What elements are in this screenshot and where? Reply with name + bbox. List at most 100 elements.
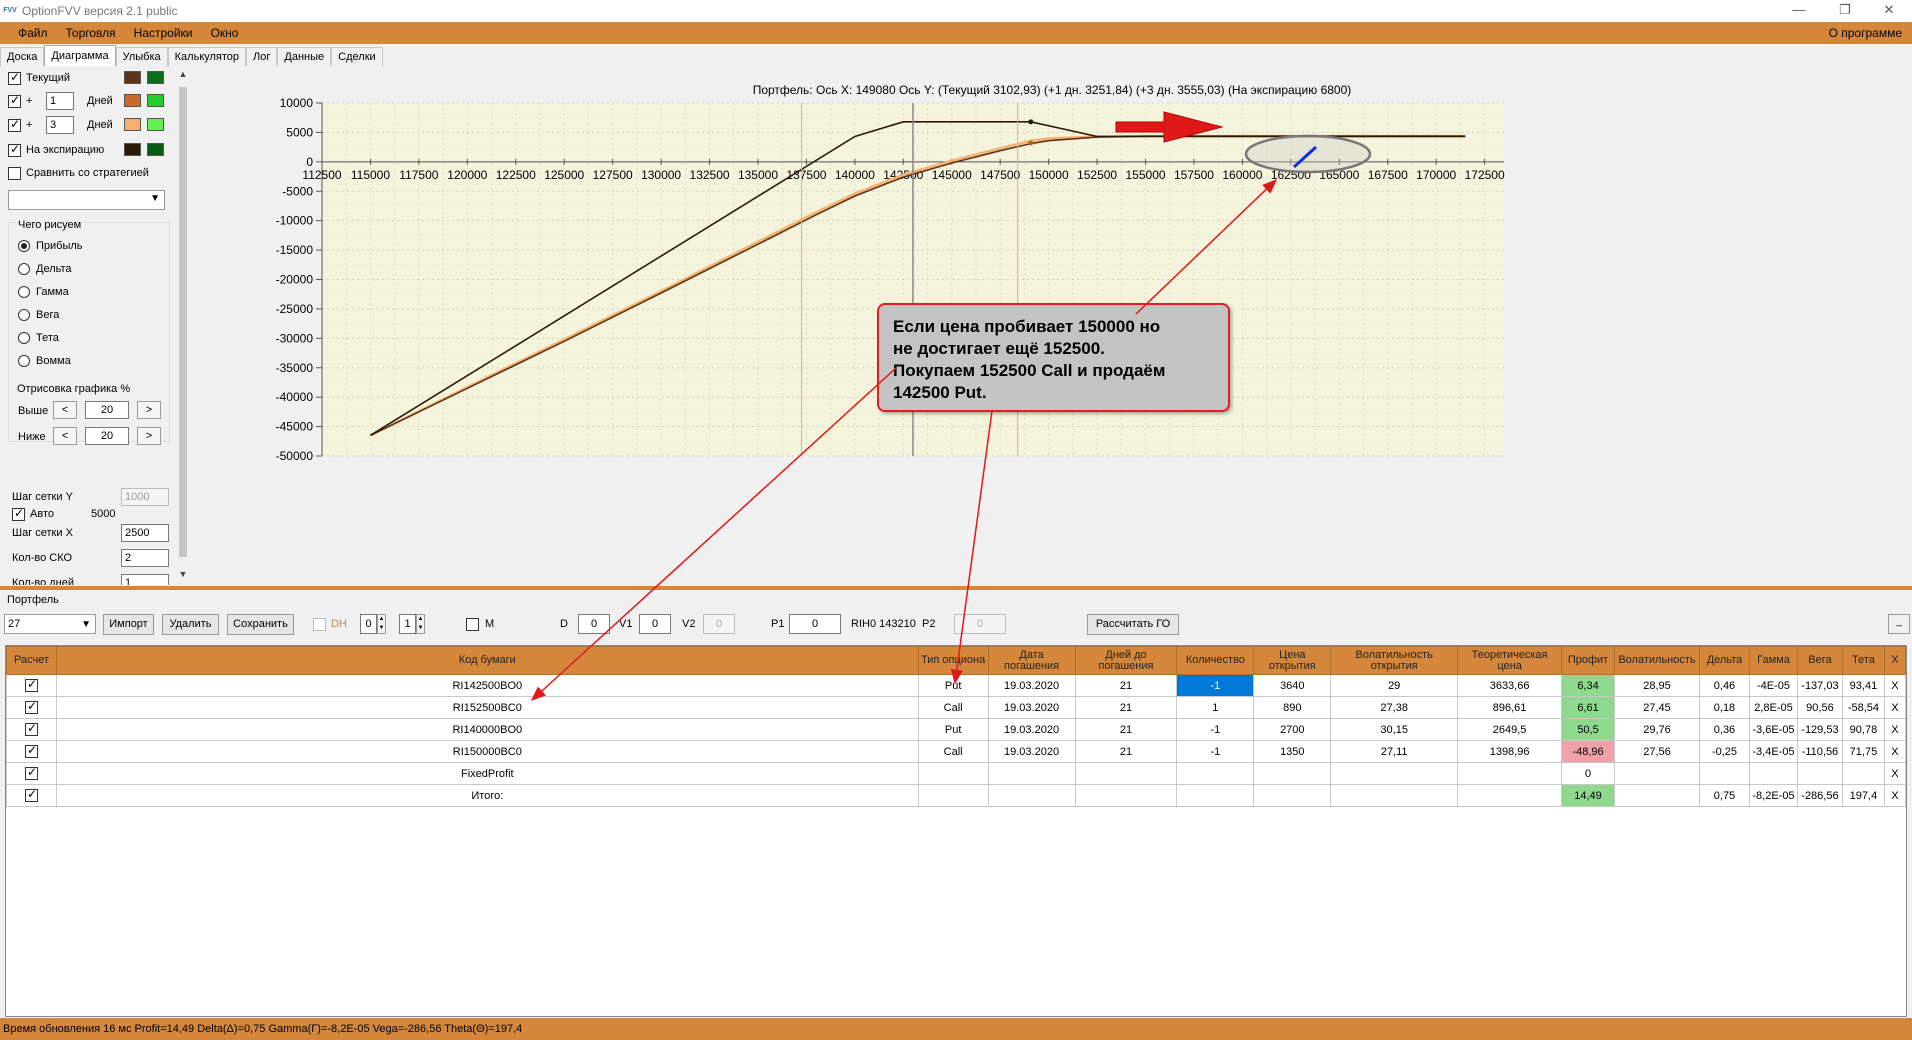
menu-trading[interactable]: Торговля	[57, 26, 125, 40]
radio-vomma[interactable]	[18, 355, 30, 367]
portfolio-select[interactable]: 27 ▼	[4, 614, 96, 634]
swatch-expiry-2[interactable]	[147, 143, 164, 156]
below-increase-button[interactable]: >	[137, 427, 161, 445]
swatch-current-1[interactable]	[124, 71, 141, 84]
col-header[interactable]: Тета	[1841, 646, 1885, 675]
days-count-input[interactable]: 1	[121, 574, 169, 585]
tab-board[interactable]: Доска	[0, 47, 45, 66]
table-cell[interactable]	[1176, 784, 1255, 807]
row-delete-button[interactable]: X	[1883, 696, 1906, 719]
menu-window[interactable]: Окно	[202, 26, 248, 40]
dh-checkbox[interactable]	[313, 618, 326, 631]
v1-input[interactable]: 0	[639, 614, 671, 634]
row-delete-button[interactable]: X	[1883, 784, 1906, 807]
tab-deals[interactable]: Сделки	[331, 47, 383, 66]
import-button[interactable]: Импорт	[103, 614, 154, 635]
day3-checkbox[interactable]	[8, 117, 21, 132]
menu-about[interactable]: О программе	[1829, 26, 1902, 40]
tab-diagram[interactable]: Диаграмма	[44, 45, 116, 66]
dh-input-2[interactable]: 1	[399, 614, 416, 634]
swatch-day3-1[interactable]	[124, 118, 141, 131]
col-header[interactable]: X	[1883, 646, 1906, 675]
dh-spinner-1[interactable]: ▲ ▼	[377, 614, 386, 634]
swatch-day1-2[interactable]	[147, 94, 164, 107]
table-row[interactable]: FixedProfit 0 X	[6, 762, 1906, 785]
option-gamma[interactable]: Гамма	[18, 283, 69, 301]
col-header[interactable]: Дата погашения	[987, 646, 1076, 675]
swatch-day3-2[interactable]	[147, 118, 164, 131]
col-header[interactable]: Тип опциона	[917, 646, 989, 675]
above-decrease-button[interactable]: <	[53, 401, 77, 419]
tab-smile[interactable]: Улыбка	[115, 47, 168, 66]
option-vomma[interactable]: Вомма	[18, 352, 71, 370]
close-icon[interactable]: ✕	[1866, 0, 1912, 22]
row-calc-checkbox[interactable]	[24, 699, 38, 714]
table-row[interactable]: RI150000BC0Call19.03.202021-1135027,1113…	[6, 740, 1906, 763]
settings-scrollbar[interactable]: ▲ ▼	[177, 67, 189, 585]
day3-input[interactable]: 3	[46, 116, 74, 134]
radio-theta[interactable]	[18, 332, 30, 344]
col-header[interactable]: Цена открытия	[1253, 646, 1332, 675]
grid-x-input[interactable]: 2500	[121, 524, 169, 542]
row-delete-button[interactable]: X	[1883, 718, 1906, 741]
day1-input[interactable]: 1	[46, 92, 74, 110]
table-row[interactable]: RI140000BO0Put19.03.202021-1270030,15264…	[6, 718, 1906, 741]
sko-input[interactable]: 2	[121, 549, 169, 567]
below-input[interactable]: 20	[85, 427, 129, 445]
col-header[interactable]: Количество	[1176, 646, 1255, 675]
col-header[interactable]: Волатильность	[1614, 646, 1700, 675]
scroll-up-icon[interactable]: ▲	[177, 69, 189, 83]
swatch-expiry-1[interactable]	[124, 143, 141, 156]
above-increase-button[interactable]: >	[137, 401, 161, 419]
col-header[interactable]: Дельта	[1699, 646, 1750, 675]
table-row[interactable]: RI152500BC0Call19.03.202021189027,38896,…	[6, 696, 1906, 719]
menu-file[interactable]: Файл	[9, 26, 57, 40]
day1-checkbox[interactable]	[8, 93, 21, 108]
table-cell[interactable]: -1	[1176, 674, 1255, 697]
table-cell[interactable]: -1	[1176, 718, 1255, 741]
below-decrease-button[interactable]: <	[53, 427, 77, 445]
row-delete-button[interactable]: X	[1883, 674, 1906, 697]
p1-input[interactable]: 0	[789, 614, 841, 634]
swatch-current-2[interactable]	[147, 71, 164, 84]
col-header[interactable]: Гамма	[1748, 646, 1798, 675]
dh-spinner-2[interactable]: ▲ ▼	[416, 614, 425, 634]
strategy-select[interactable]: ▼	[8, 190, 165, 210]
current-checkbox[interactable]	[8, 70, 21, 85]
table-cell[interactable]	[1176, 762, 1255, 785]
dh-input-1[interactable]: 0	[360, 614, 377, 634]
scroll-down-icon[interactable]: ▼	[177, 569, 189, 583]
radio-profit[interactable]	[18, 240, 30, 252]
table-row[interactable]: Итого: 14,49 0,75-8,2E-05-286,56197,4X	[6, 784, 1906, 807]
tab-log[interactable]: Лог	[246, 47, 278, 66]
col-header[interactable]: Волатильность открытия	[1330, 646, 1459, 675]
auto-checkbox[interactable]	[12, 506, 25, 521]
col-header[interactable]: Дней до погашения	[1074, 646, 1178, 675]
collapse-button[interactable]: _	[1888, 614, 1910, 634]
option-delta[interactable]: Дельта	[18, 260, 72, 278]
swatch-day1-1[interactable]	[124, 94, 141, 107]
grid-y-input[interactable]: 1000	[121, 488, 169, 506]
radio-vega[interactable]	[18, 309, 30, 321]
radio-gamma[interactable]	[18, 286, 30, 298]
expiry-checkbox[interactable]	[8, 142, 21, 157]
option-vega[interactable]: Вега	[18, 306, 59, 324]
row-delete-button[interactable]: X	[1883, 762, 1906, 785]
table-row[interactable]: RI142500BO0Put19.03.202021-13640293633,6…	[6, 674, 1906, 697]
p2-input[interactable]: 0	[954, 614, 1006, 634]
col-header[interactable]: Вега	[1796, 646, 1843, 675]
col-header[interactable]: Расчет	[6, 646, 57, 675]
row-calc-checkbox[interactable]	[24, 765, 38, 780]
delete-button[interactable]: Удалить	[162, 614, 219, 635]
save-button[interactable]: Сохранить	[227, 614, 294, 635]
calc-go-button[interactable]: Рассчитать ГО	[1087, 614, 1179, 635]
col-header[interactable]: Код бумаги	[55, 646, 919, 675]
option-profit[interactable]: Прибыль	[18, 237, 83, 255]
maximize-icon[interactable]: ❐	[1822, 0, 1868, 22]
above-input[interactable]: 20	[85, 401, 129, 419]
row-delete-button[interactable]: X	[1883, 740, 1906, 763]
scroll-thumb[interactable]	[179, 87, 187, 557]
menu-settings[interactable]: Настройки	[125, 26, 202, 40]
col-header[interactable]: Профит	[1561, 646, 1616, 675]
tab-calculator[interactable]: Калькулятор	[167, 47, 247, 66]
